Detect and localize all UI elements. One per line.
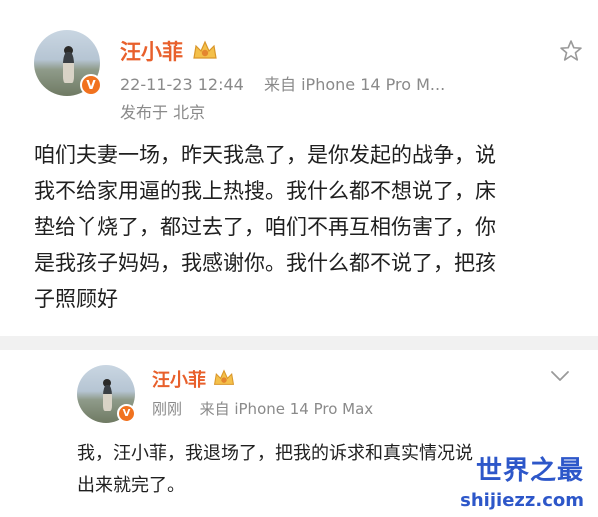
post-content: 咱们夫妻一场，昨天我急了，是你发起的战争，说 我不给家用逼的我上热搜。我什么都不… [34,143,496,311]
verified-badge: V [80,74,102,96]
watermark-site: shijiezz.com [460,490,584,511]
post-meta: 22-11-23 12:44 来自 iPhone 14 Pro M... [120,71,445,95]
author-name[interactable]: 汪小菲 [152,366,206,392]
post-location: 发布于 北京 [120,103,206,122]
weibo-post-1: V 汪小菲 22-11-23 12:44 来自 iPhone 14 Pro M.… [0,0,598,336]
chevron-down-icon[interactable] [549,368,571,384]
post-source: 来自 iPhone 14 Pro M... [264,75,446,94]
divider [0,336,598,350]
author-name[interactable]: 汪小菲 [120,36,183,66]
crown-icon [213,369,235,385]
watermark-title: 世界之最 [475,456,584,486]
screenshot: V 汪小菲 22-11-23 12:44 来自 iPhone 14 Pro M.… [0,0,598,517]
crown-icon [193,40,217,59]
verified-badge: V [117,404,136,423]
timestamp: 22-11-23 12:44 [120,75,244,94]
post-source: 来自 iPhone 14 Pro Max [199,400,374,418]
timestamp: 刚刚 [152,400,183,418]
post-meta: 刚刚 来自 iPhone 14 Pro Max [152,398,373,419]
star-icon[interactable] [558,38,584,64]
